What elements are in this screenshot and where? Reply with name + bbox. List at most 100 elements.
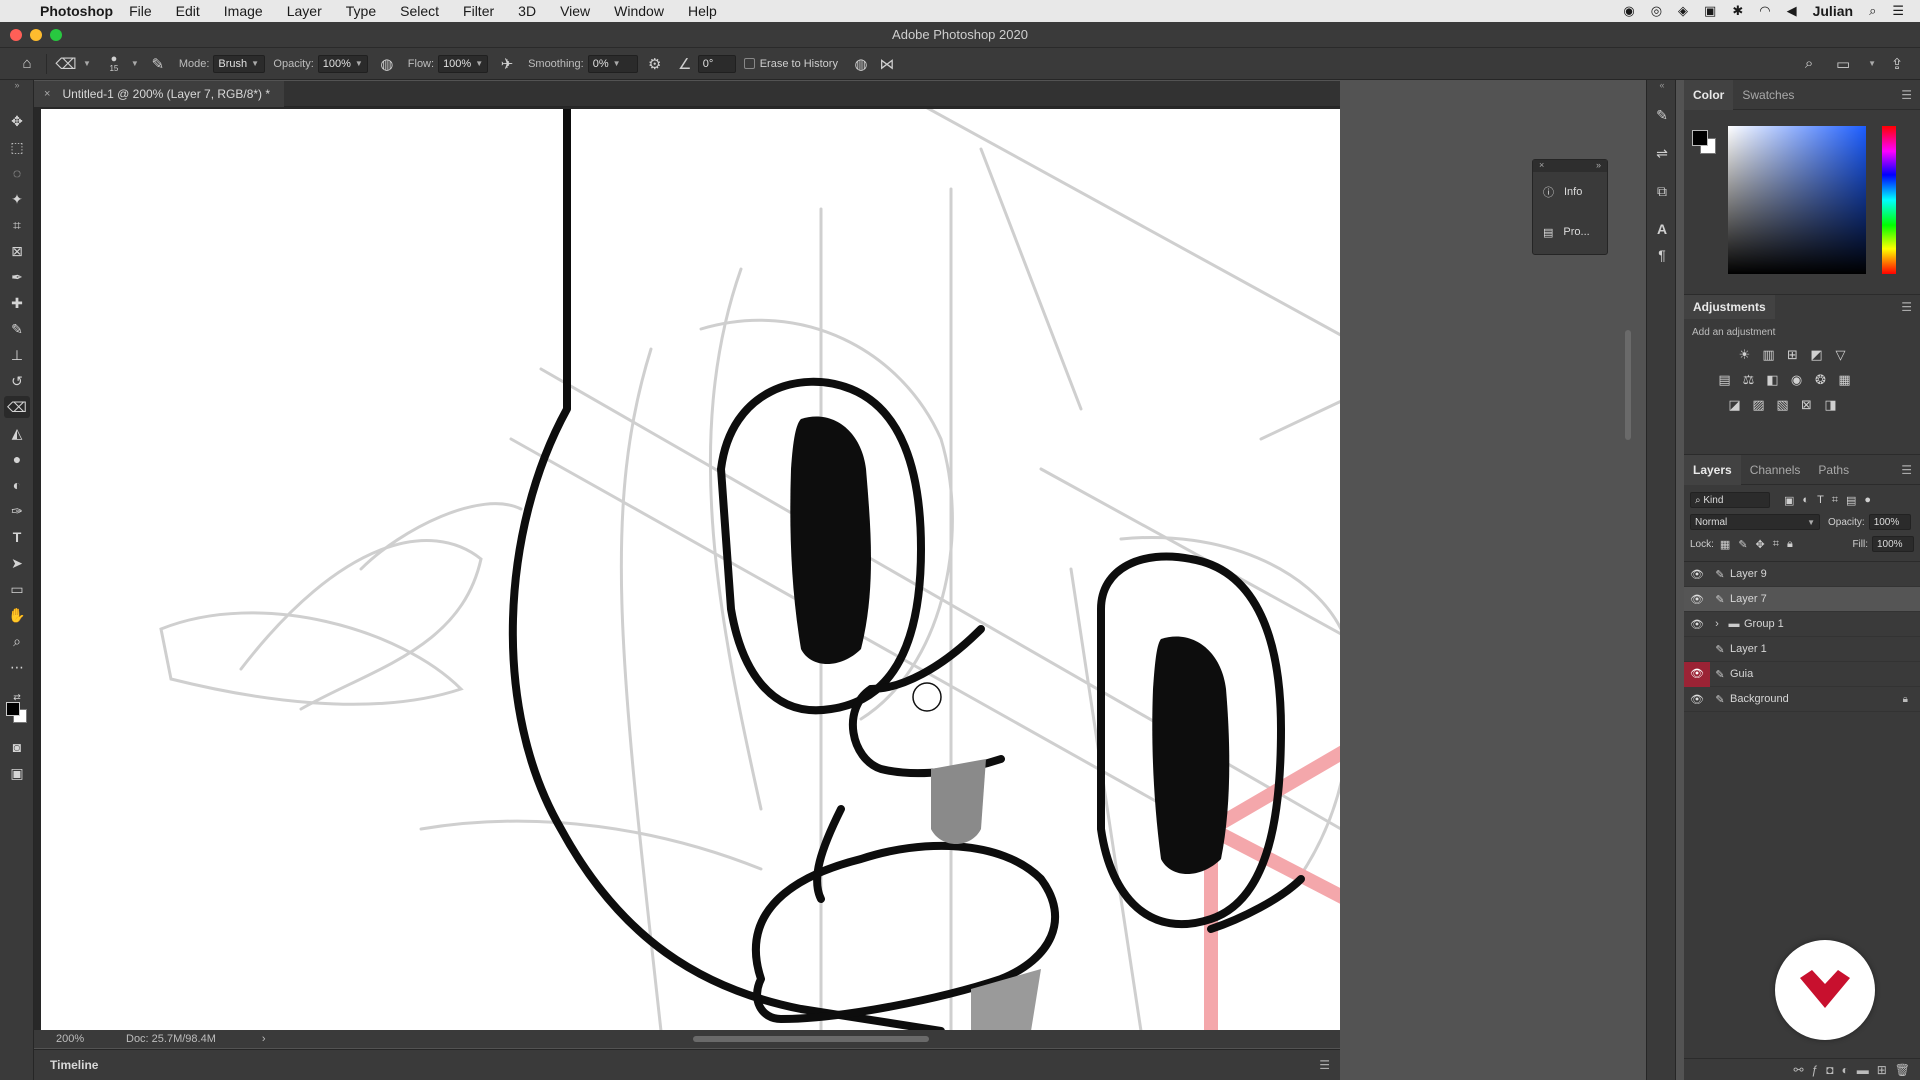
gradient-map-icon[interactable]: ◨ <box>1822 396 1839 413</box>
add-mask-icon[interactable]: ◘ <box>1826 1063 1833 1077</box>
eraser-preset-icon[interactable]: ⌫ <box>53 51 79 77</box>
color-field[interactable] <box>1728 126 1866 274</box>
image-filter-icon[interactable]: ▣ <box>1784 494 1794 507</box>
pen-tool-icon[interactable]: ✑ <box>4 500 30 522</box>
filter-toggle-icon[interactable]: ● <box>1864 494 1871 507</box>
character-panel-icon[interactable]: A <box>1651 218 1673 240</box>
search-icon[interactable]: ⌕ <box>1796 51 1822 77</box>
color-lookup-icon[interactable]: ▦ <box>1836 371 1853 388</box>
color-balance-icon[interactable]: ⚖ <box>1740 371 1757 388</box>
tab-swatches[interactable]: Swatches <box>1733 80 1803 110</box>
doc-size[interactable]: Doc: 25.7M/98.4M <box>126 1033 216 1045</box>
tab-layers[interactable]: Layers <box>1684 454 1741 485</box>
menu-3d[interactable]: 3D <box>518 3 536 19</box>
chevron-down-icon[interactable]: ▼ <box>83 59 91 68</box>
panel-menu-icon[interactable]: ☰ <box>1901 88 1912 102</box>
angle-icon[interactable]: ∠ <box>672 51 698 77</box>
user-name[interactable]: Julian <box>1813 3 1853 19</box>
zoom-window-button[interactable] <box>50 29 62 41</box>
menu-view[interactable]: View <box>560 3 590 19</box>
blend-mode-select[interactable]: Normal ▼ <box>1690 514 1820 530</box>
layer-style-icon[interactable]: ƒ <box>1812 1063 1819 1077</box>
new-adjustment-icon[interactable]: ◐ <box>1841 1063 1848 1077</box>
pressure-opacity-icon[interactable]: ◍ <box>374 51 400 77</box>
lock-position-icon[interactable]: ✥ <box>1756 538 1765 551</box>
hue-saturation-icon[interactable]: ▤ <box>1716 371 1733 388</box>
smoothing-field[interactable]: 0% ▼ <box>587 54 638 73</box>
fill-field[interactable]: 100% <box>1872 536 1914 552</box>
control-center-icon[interactable]: ☰ <box>1892 3 1904 19</box>
menu-image[interactable]: Image <box>224 3 263 19</box>
lasso-tool-icon[interactable]: ◌ <box>4 162 30 184</box>
new-group-icon[interactable]: ▬ <box>1857 1063 1869 1077</box>
menu-select[interactable]: Select <box>400 3 439 19</box>
invert-icon[interactable]: ◪ <box>1726 396 1743 413</box>
collapse-icon[interactable]: » <box>4 80 30 90</box>
visibility-eye-icon[interactable]: 👁︎ <box>1684 568 1710 581</box>
gear-icon[interactable]: ⚙ <box>642 51 668 77</box>
curves-icon[interactable]: ⊞ <box>1784 346 1801 363</box>
move-tool-icon[interactable]: ✥ <box>4 110 30 132</box>
black-white-icon[interactable]: ◧ <box>1764 371 1781 388</box>
brush-size-picker[interactable]: ● 15 <box>101 51 127 77</box>
lock-icon[interactable]: 🔒︎ <box>1903 694 1908 705</box>
trash-icon[interactable]: 🗑︎ <box>1895 1063 1910 1077</box>
layer-row[interactable]: 👁︎ ✎ Guia <box>1684 661 1920 687</box>
erase-history-checkbox[interactable] <box>743 58 755 69</box>
layer-row-selected[interactable]: 👁︎ ✎ Layer 7 <box>1684 587 1920 612</box>
exposure-icon[interactable]: ◩ <box>1808 346 1825 363</box>
share-icon[interactable]: ⇪ <box>1884 51 1910 77</box>
canvas-area[interactable] <box>34 107 1340 1033</box>
clone-source-icon[interactable]: ⧉ <box>1651 180 1673 202</box>
dodge-tool-icon[interactable]: ◐ <box>4 474 30 496</box>
zoom-tool-icon[interactable]: ⌕ <box>4 630 30 652</box>
blur-tool-icon[interactable]: ● <box>4 448 30 470</box>
type-tool-icon[interactable]: T <box>4 526 30 548</box>
visibility-eye-icon[interactable]: 👁︎ <box>1684 661 1710 687</box>
magic-wand-tool-icon[interactable]: ✦ <box>4 188 30 210</box>
adjustments-panel-icon[interactable]: ⇌ <box>1651 142 1673 164</box>
visibility-eye-icon[interactable]: 👁︎ <box>1684 593 1710 606</box>
opacity-field[interactable]: 100% ▼ <box>317 54 368 73</box>
workspace-icon[interactable]: ▭ <box>1830 51 1856 77</box>
menu-file[interactable]: File <box>129 3 152 19</box>
document-tab[interactable]: × Untitled-1 @ 200% (Layer 7, RGB/8*) * <box>34 81 285 107</box>
app-menu[interactable]: Photoshop <box>40 3 113 19</box>
chevron-down-icon[interactable]: ▼ <box>131 59 139 68</box>
brush-settings-panel-icon[interactable]: ✎ <box>1651 104 1673 126</box>
smart-object-filter-icon[interactable]: ▤ <box>1846 494 1856 507</box>
layer-row[interactable]: 👁︎ ✎ Background 🔒︎ <box>1684 687 1920 712</box>
rectangle-tool-icon[interactable]: ▭ <box>4 578 30 600</box>
brush-tool-icon[interactable]: ✎ <box>4 318 30 340</box>
creative-cloud-icon[interactable]: ◎ <box>1651 3 1662 19</box>
menu-filter[interactable]: Filter <box>463 3 494 19</box>
more-tools-icon[interactable]: ⋯ <box>4 656 30 678</box>
marquee-tool-icon[interactable]: ⬚ <box>4 136 30 158</box>
brightness-icon[interactable]: ☀ <box>1736 346 1753 363</box>
layer-row[interactable]: 👁︎ ✎ Layer 9 <box>1684 562 1920 587</box>
path-selection-tool-icon[interactable]: ➤ <box>4 552 30 574</box>
menu-layer[interactable]: Layer <box>287 3 322 19</box>
crop-tool-icon[interactable]: ⌗ <box>4 214 30 236</box>
menu-help[interactable]: Help <box>688 3 717 19</box>
tab-adjustments[interactable]: Adjustments <box>1684 295 1775 319</box>
bluetooth-icon[interactable]: ✱ <box>1732 3 1743 19</box>
collapse-icon[interactable]: « <box>1651 80 1673 90</box>
stamp-tool-icon[interactable]: ⊥ <box>4 344 30 366</box>
spotlight-icon[interactable]: ⌕ <box>1869 3 1876 19</box>
lock-all-icon[interactable]: 🔒︎ <box>1787 538 1793 551</box>
layer-filter-select[interactable]: ⌕ Kind <box>1690 492 1770 508</box>
healing-brush-tool-icon[interactable]: ✚ <box>4 292 30 314</box>
lock-artboard-icon[interactable]: ⌗ <box>1773 538 1779 551</box>
dropbox-icon[interactable]: ◈ <box>1678 3 1688 19</box>
menu-edit[interactable]: Edit <box>176 3 200 19</box>
hand-tool-icon[interactable]: ✋ <box>4 604 30 626</box>
foreground-color-swatch[interactable] <box>1692 130 1708 146</box>
tab-color[interactable]: Color <box>1684 79 1734 110</box>
volume-icon[interactable]: ◀ <box>1787 3 1797 19</box>
camera-icon[interactable]: ▣ <box>1704 3 1716 19</box>
layer-row[interactable]: 👁︎ › ▬ Group 1 <box>1684 612 1920 637</box>
tab-channels[interactable]: Channels <box>1741 455 1810 485</box>
eraser-tool-icon[interactable]: ⌫ <box>4 396 30 418</box>
wifi-icon[interactable]: ◠ <box>1759 3 1770 19</box>
